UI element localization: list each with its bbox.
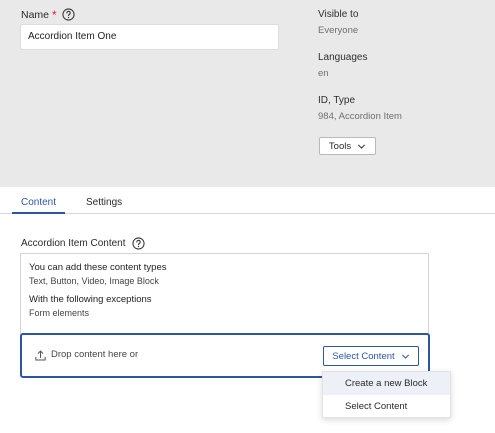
upload-icon xyxy=(34,349,47,362)
allowed-types-info: You can add these content types Text, Bu… xyxy=(20,253,429,334)
tab-content[interactable]: Content xyxy=(12,187,65,214)
menu-item-select-content[interactable]: Select Content xyxy=(323,395,450,418)
visible-to-label: Visible to xyxy=(318,9,359,20)
select-content-menu: Create a new Block Select Content xyxy=(322,371,451,418)
id-type-label: ID, Type xyxy=(318,95,356,106)
chevron-down-icon xyxy=(357,142,366,151)
content-area-label: Accordion Item Content xyxy=(21,238,126,249)
name-label-row: Name * xyxy=(21,8,75,21)
visible-to-value: Everyone xyxy=(318,25,359,36)
name-input[interactable]: Accordion Item One xyxy=(20,24,279,50)
id-type-value: 984, Accordion Item xyxy=(318,111,402,122)
question-circle-icon[interactable] xyxy=(131,237,145,250)
select-content-label: Select Content xyxy=(332,350,395,362)
content-area-label-row: Accordion Item Content xyxy=(21,237,145,250)
required-marker: * xyxy=(52,7,57,22)
id-type-group: ID, Type 984, Accordion Item xyxy=(318,95,402,122)
languages-group: Languages en xyxy=(318,52,368,79)
tools-button-label: Tools xyxy=(328,140,352,152)
allowed-types-heading: You can add these content types xyxy=(29,262,167,273)
question-circle-icon[interactable] xyxy=(62,8,75,21)
tab-settings[interactable]: Settings xyxy=(86,187,122,214)
properties-panel: Name * Accordion Item One Visible to Eve… xyxy=(0,0,495,187)
menu-item-create-new-block[interactable]: Create a new Block xyxy=(323,372,450,395)
visible-to-group: Visible to Everyone xyxy=(318,9,358,36)
name-label: Name xyxy=(21,8,50,21)
languages-label: Languages xyxy=(318,52,368,63)
exceptions-list: Form elements xyxy=(29,308,90,318)
select-content-button[interactable]: Select Content xyxy=(323,346,419,366)
drop-zone-text: Drop content here or xyxy=(51,349,139,360)
exceptions-heading: With the following exceptions xyxy=(29,294,152,305)
allowed-types-list: Text, Button, Video, Image Block xyxy=(29,276,159,286)
tools-button[interactable]: Tools xyxy=(319,137,376,155)
chevron-down-icon xyxy=(401,352,410,361)
languages-value: en xyxy=(318,68,329,79)
tab-bar: Content Settings xyxy=(0,187,495,214)
